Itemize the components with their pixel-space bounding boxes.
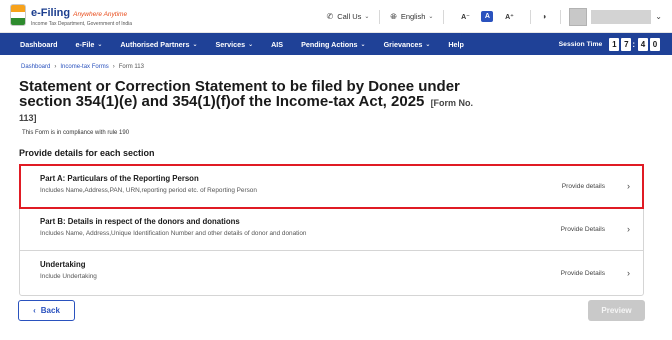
section-card-undertaking[interactable]: Undertaking Include Undertaking Provide … [20,251,643,295]
section-card-part-a[interactable]: Part A: Particulars of the Reporting Per… [19,164,644,209]
breadcrumb-current: Form 113 [118,64,144,70]
nav-item-authorised-partners[interactable]: Authorised Partners ⌄ [111,33,206,55]
top-header: e-Filing Anywhere Anytime Income Tax Depa… [0,0,672,33]
breadcrumb-income-tax-forms[interactable]: Income-tax Forms [60,64,108,70]
call-us-label: Call Us [337,12,362,21]
chevron-right-icon: › [54,64,57,70]
main-navbar: Dashboard e-File ⌄ Authorised Partners ⌄ S… [0,33,672,55]
contrast-icon: ◑ [541,12,547,21]
logo-tagline: Anywhere Anytime [73,11,128,18]
session-digit: 1 [609,37,620,51]
provide-details-link[interactable]: Provide Details [561,208,605,250]
chevron-down-icon: ⌄ [425,41,431,48]
section-title: Undertaking [40,260,86,269]
nav-label: Grievances [383,39,423,49]
font-decrease-button[interactable]: A⁻ [459,11,471,22]
chevron-right-icon[interactable]: › [627,251,630,295]
section-description: Include Undertaking [40,273,97,280]
user-name-redacted [591,9,652,24]
nav-label: Help [448,39,464,49]
chevron-right-icon: › [112,64,115,70]
nav-label: Authorised Partners [120,39,190,49]
section-heading: Provide details for each section [19,148,155,158]
nav-label: Dashboard [20,39,58,49]
efiling-logo[interactable]: e-Filing Anywhere Anytime Income Tax Depa… [10,4,132,27]
section-description: Includes Name,Address,PAN, URN,reporting… [40,187,257,194]
logo-subtitle: Income Tax Department, Government of Ind… [31,21,133,27]
provide-details-link[interactable]: Provide Details [561,251,605,295]
emblem-icon [10,4,26,26]
logo-title: e-Filing [31,7,71,19]
provide-details-link[interactable]: Provide details [562,165,605,207]
session-timer: Session Time 1 7 : 4 0 [558,37,672,51]
font-increase-button[interactable]: A⁺ [503,11,515,22]
nav-label: AIS [271,39,284,49]
font-default-button[interactable]: A [481,11,494,22]
language-label: English [400,12,426,21]
nav-item-help[interactable]: Help [439,33,473,55]
call-us-menu[interactable]: ✆ Call Us ⌄ [317,9,381,24]
breadcrumb-dashboard[interactable]: Dashboard [21,64,50,70]
session-digit: 4 [638,37,648,51]
nav-item-ais[interactable]: AIS [262,33,292,55]
preview-button-label: Preview [601,306,632,315]
chevron-down-icon: ⌄ [360,41,366,48]
chevron-down-icon: ⌄ [192,41,198,48]
font-size-controls: A⁻ A A⁺ [444,9,532,24]
chevron-down-icon: ⌄ [428,14,434,20]
section-title: Part B: Details in respect of the donors… [40,217,240,226]
nav-label: Pending Actions [301,39,358,49]
section-card-part-b[interactable]: Part B: Details in respect of the donors… [20,208,643,251]
nav-item-grievances[interactable]: Grievances ⌄ [375,33,440,55]
chevron-left-icon: ‹ [33,306,36,315]
chevron-right-icon[interactable]: › [627,208,630,250]
compliance-note: This Form is in compliance with rule 190 [22,130,130,136]
globe-icon: 🌐︎ [390,11,397,21]
nav-label: e-File [75,39,95,49]
chevron-right-icon[interactable]: › [627,165,630,207]
section-description: Includes Name, Address,Unique Identifica… [40,230,307,237]
chevron-down-icon[interactable]: ⌄ [655,12,662,21]
back-button-label: Back [40,306,60,315]
chevron-down-icon: ⌄ [364,14,370,20]
section-list: Part A: Particulars of the Reporting Per… [19,164,644,296]
preview-button[interactable]: Preview [588,300,645,321]
avatar[interactable] [569,7,588,26]
page-title: Statement or Correction Statement to be … [19,78,479,126]
nav-item-efile[interactable]: e-File ⌄ [67,33,112,55]
session-digit: 0 [650,37,660,51]
section-title: Part A: Particulars of the Reporting Per… [40,174,199,183]
phone-icon: ✆ [326,12,334,21]
session-time-label: Session Time [558,40,603,48]
nav-item-dashboard[interactable]: Dashboard [0,33,67,55]
page-title-text: Statement or Correction Statement to be … [19,78,460,110]
back-button[interactable]: ‹ Back [18,300,75,321]
nav-item-services[interactable]: Services ⌄ [207,33,263,55]
contrast-toggle[interactable]: ◑ [531,9,562,24]
session-colon: : [632,39,635,49]
nav-label: Services [215,39,246,49]
language-selector[interactable]: 🌐︎ English ⌄ [380,9,445,24]
chevron-down-icon: ⌄ [97,41,103,48]
session-digit: 7 [621,37,632,51]
chevron-down-icon: ⌄ [248,41,254,48]
nav-item-pending-actions[interactable]: Pending Actions ⌄ [292,33,374,55]
breadcrumb: Dashboard › Income-tax Forms › Form 113 [21,64,144,70]
